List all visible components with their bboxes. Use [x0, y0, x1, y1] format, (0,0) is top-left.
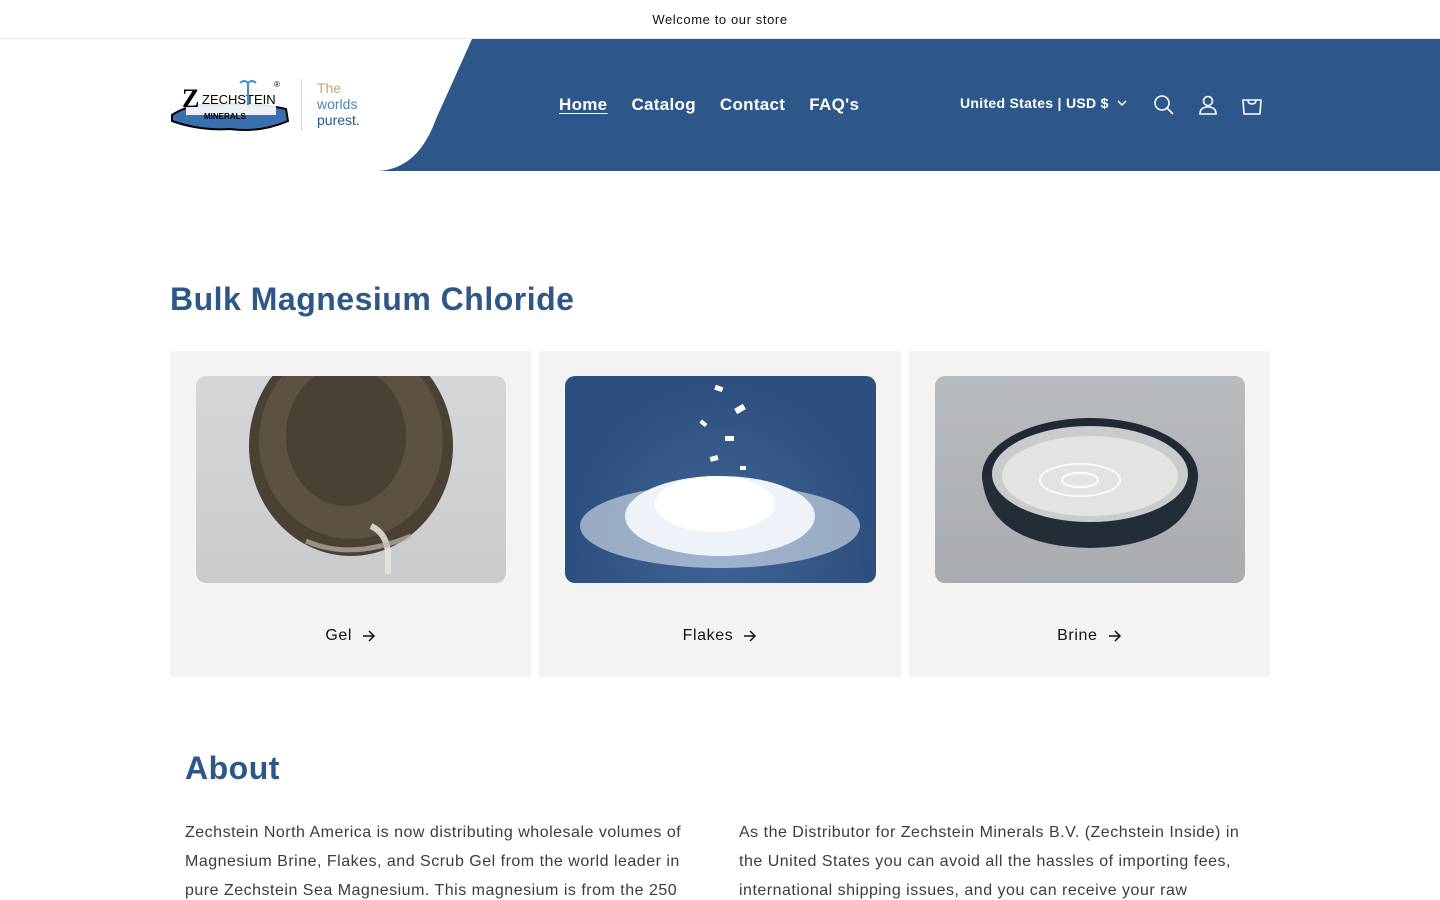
flakes-image: [565, 376, 876, 583]
arrow-right-icon: [744, 630, 757, 642]
card-title-gel: Gel: [325, 627, 353, 644]
nav-faqs[interactable]: FAQ's: [809, 95, 859, 115]
gel-image: [196, 376, 507, 583]
logo-tagline: The worlds purest.: [317, 80, 360, 128]
card-label-brine[interactable]: Brine: [909, 627, 1270, 645]
search-button[interactable]: [1151, 92, 1177, 118]
card-label-flakes[interactable]: Flakes: [539, 627, 900, 645]
tagline-line-2: worlds: [317, 96, 358, 112]
account-button[interactable]: [1195, 92, 1221, 118]
svg-text:®: ®: [274, 80, 280, 89]
search-icon: [1154, 95, 1174, 115]
about-title: About: [185, 750, 280, 786]
cart-button[interactable]: [1239, 92, 1265, 118]
about-text-left: Zechstein North America is now distribut…: [185, 824, 682, 899]
cart-icon: [1242, 99, 1262, 115]
site-header: Z ZECHSTEIN MINERALS ® The worlds purest…: [0, 39, 1440, 171]
svg-text:MINERALS: MINERALS: [204, 112, 246, 121]
collection-card-flakes[interactable]: Flakes: [539, 351, 901, 677]
card-title-brine: Brine: [1057, 627, 1098, 644]
about-text-right: As the Distributor for Zechstein Mineral…: [739, 824, 1240, 899]
logo-divider: [301, 79, 302, 131]
collection-title: Bulk Magnesium Chloride: [170, 281, 575, 317]
collection-card-gel[interactable]: Gel: [170, 351, 532, 677]
card-title-flakes: Flakes: [682, 627, 734, 644]
svg-text:Z: Z: [182, 84, 199, 113]
chevron-down-icon: [1117, 100, 1127, 107]
announcement-bar: Welcome to our store: [0, 0, 1440, 39]
svg-text:ZECHSTEIN: ZECHSTEIN: [202, 92, 276, 107]
card-label-gel[interactable]: Gel: [170, 627, 531, 645]
account-icon: [1199, 95, 1217, 115]
zechstein-logo[interactable]: Z ZECHSTEIN MINERALS ®: [170, 77, 300, 133]
arrow-right-icon: [363, 630, 376, 642]
collection-card-brine[interactable]: Brine: [908, 351, 1270, 677]
country-currency-label: United States | USD $: [960, 95, 1109, 111]
arrow-right-icon: [1108, 630, 1121, 642]
tagline-line-3: purest.: [317, 112, 360, 128]
brine-image: [934, 376, 1245, 583]
nav-contact[interactable]: Contact: [720, 95, 785, 115]
announcement-text: Welcome to our store: [652, 11, 788, 27]
main-nav: Home Catalog Contact FAQ's: [559, 39, 859, 171]
nav-catalog[interactable]: Catalog: [631, 95, 695, 115]
collection-cards: Gel Flakes Brine: [170, 351, 1270, 677]
nav-home[interactable]: Home: [559, 95, 607, 115]
tagline-line-1: The: [317, 80, 342, 96]
country-currency-selector[interactable]: United States | USD $: [960, 95, 1127, 111]
